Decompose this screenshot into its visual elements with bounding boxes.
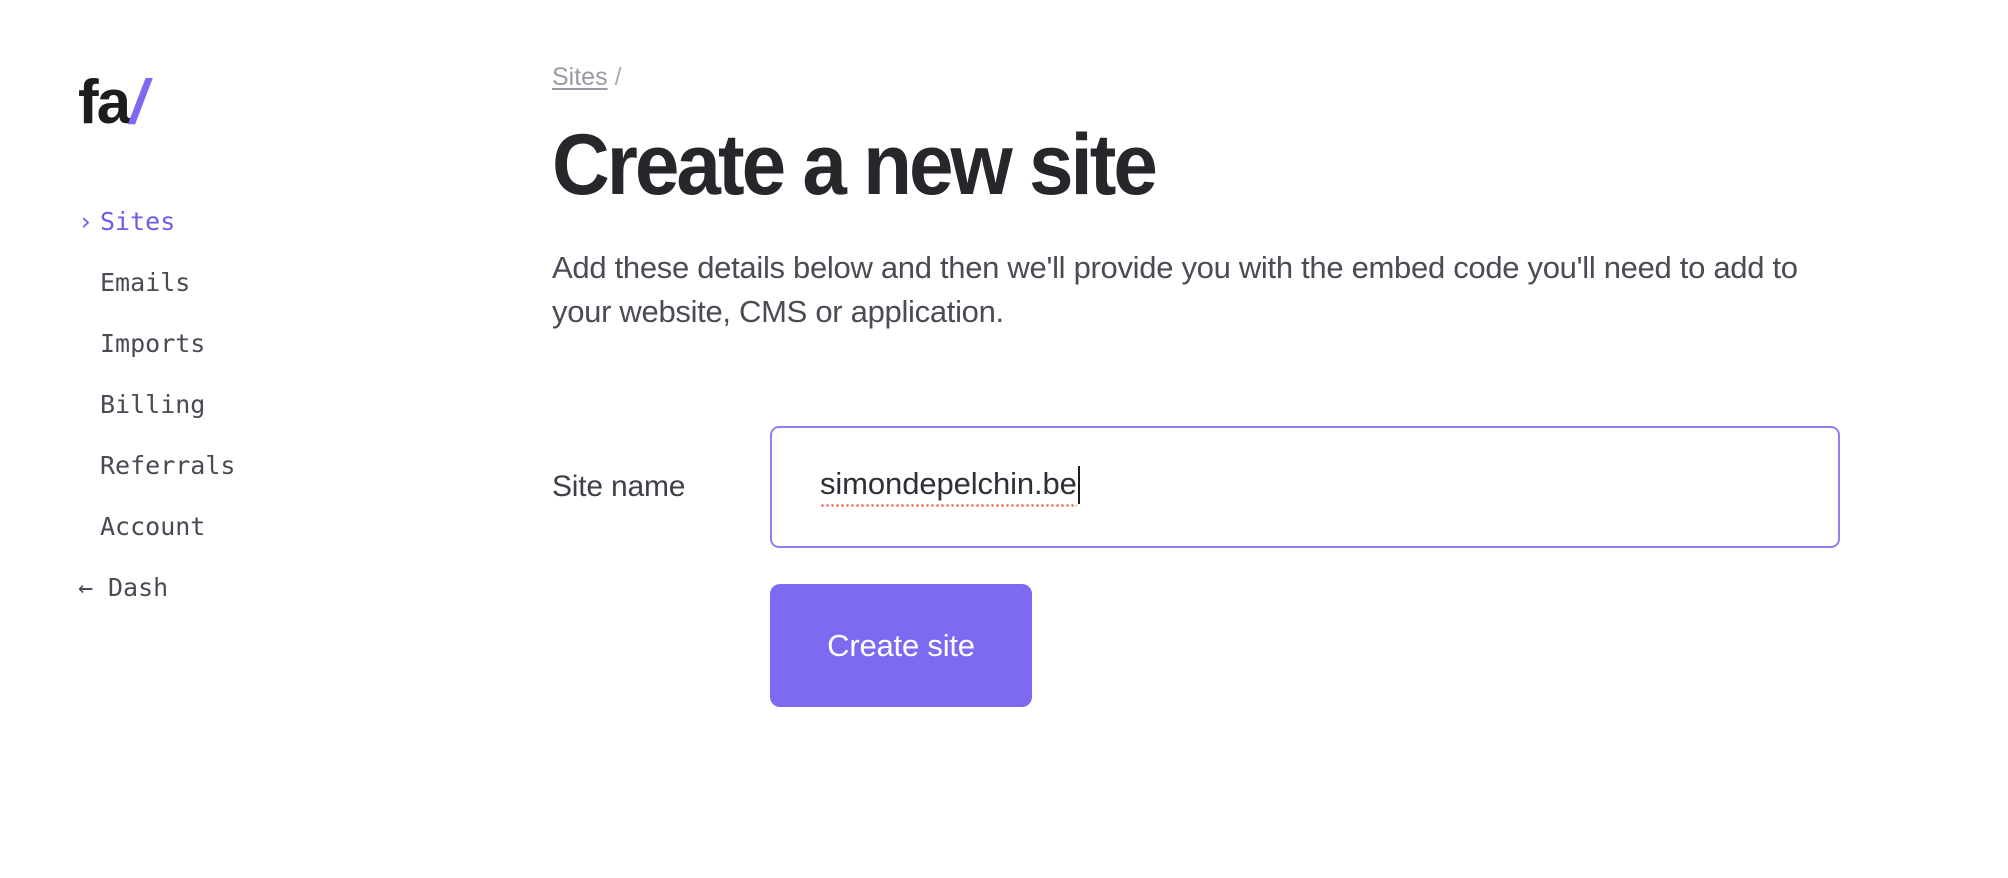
site-name-input-value: simondepelchin.be — [820, 466, 1077, 509]
sidebar-item-label: Billing — [100, 390, 206, 419]
site-name-input[interactable]: simondepelchin.be — [770, 426, 1840, 549]
sidebar-item-label: Referrals — [100, 451, 236, 480]
sidebar-item-label: Sites — [100, 207, 176, 236]
sidebar-item-dash[interactable]: ← Dash — [78, 574, 552, 602]
logo-text: fa — [78, 68, 131, 137]
site-name-form-row: Site name simondepelchin.be — [552, 426, 2008, 549]
logo-slash-icon: / — [130, 68, 147, 137]
breadcrumb-link-sites[interactable]: Sites — [552, 62, 608, 92]
sidebar-item-emails[interactable]: Emails — [78, 269, 552, 297]
breadcrumb-separator: / — [614, 63, 622, 91]
chevron-right-icon: › — [78, 207, 94, 236]
main-content: Sites / Create a new site Add these deta… — [552, 0, 2008, 878]
app-root: fa/ › Sites Emails Imports Billing Refer… — [0, 0, 2008, 878]
submit-row: Create site — [552, 584, 2008, 708]
sidebar-item-label: Dash — [108, 573, 169, 602]
text-caret — [1077, 466, 1080, 505]
create-site-button[interactable]: Create site — [770, 584, 1032, 708]
sidebar-nav: › Sites Emails Imports Billing Referrals… — [78, 208, 552, 602]
sidebar-item-billing[interactable]: Billing — [78, 391, 552, 419]
page-description: Add these details below and then we'll p… — [552, 250, 1798, 330]
sidebar-item-sites[interactable]: › Sites — [78, 208, 552, 236]
site-name-input-value-wrap: simondepelchin.be — [820, 466, 1080, 509]
page-title: Create a new site — [552, 117, 1158, 213]
app-logo[interactable]: fa/ — [78, 72, 147, 134]
arrow-left-icon: ← — [78, 573, 94, 602]
breadcrumb: Sites / — [552, 62, 2008, 92]
site-name-label: Site name — [552, 470, 686, 504]
sidebar-item-imports[interactable]: Imports — [78, 330, 552, 358]
sidebar-item-label: Emails — [100, 268, 191, 297]
sidebar-item-label: Imports — [100, 329, 206, 358]
sidebar-item-account[interactable]: Account — [78, 513, 552, 541]
sidebar-item-label: Account — [100, 512, 206, 541]
sidebar-item-referrals[interactable]: Referrals — [78, 452, 552, 480]
sidebar: fa/ › Sites Emails Imports Billing Refer… — [0, 0, 552, 878]
